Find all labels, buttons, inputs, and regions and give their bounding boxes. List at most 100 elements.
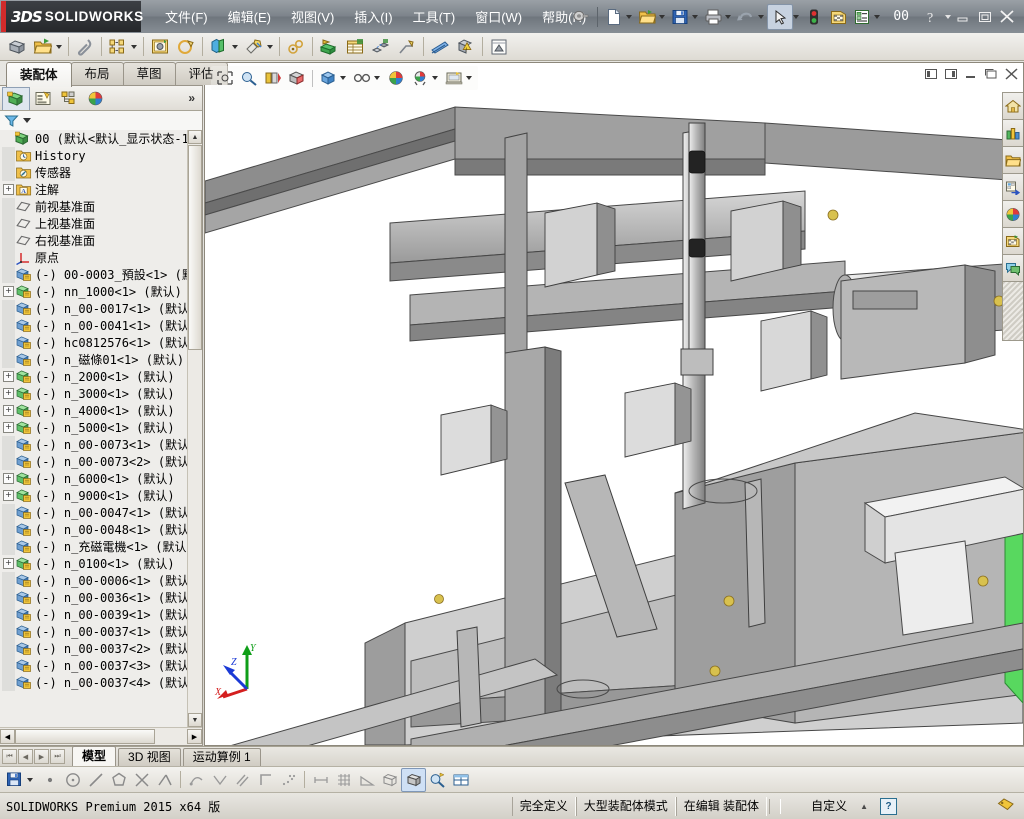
tree-item[interactable]: (-) n_00-0039<1> (默认): [0, 606, 202, 623]
tree-expand-toggle[interactable]: +: [2, 402, 15, 419]
scroll-right-button[interactable]: ▶: [187, 729, 202, 744]
restore-doc-button[interactable]: [981, 66, 1001, 83]
apply-scene-button[interactable]: [408, 67, 432, 89]
scroll-left-button[interactable]: ◀: [0, 729, 15, 744]
tree-item[interactable]: (-) n_00-0037<2> (默认): [0, 640, 202, 657]
tree-expand-toggle[interactable]: +: [2, 385, 15, 402]
section-view-button[interactable]: [285, 67, 309, 89]
tree-expand-toggle[interactable]: +: [2, 555, 15, 572]
polygon-button[interactable]: [107, 769, 130, 791]
open-document-dropdown[interactable]: [658, 5, 668, 29]
tree-item[interactable]: + (-) n_0100<1> (默认): [0, 555, 202, 572]
assembly-3d-model[interactable]: [205, 63, 1023, 745]
convert-entities-button[interactable]: [208, 769, 231, 791]
view-orientation-dropdown[interactable]: [340, 67, 350, 89]
close-window-button[interactable]: [996, 8, 1018, 26]
prev-tab-button[interactable]: ◀: [18, 749, 33, 764]
feature-manager-tab[interactable]: [2, 86, 30, 110]
scroll-thumb[interactable]: [188, 145, 202, 350]
tree-item[interactable]: (-) n_00-0073<1> (默认): [0, 436, 202, 453]
tab-assembly[interactable]: 装配体: [6, 62, 72, 87]
mate-button[interactable]: [72, 35, 98, 59]
zoom-to-fit-button[interactable]: [213, 67, 237, 89]
save-dropdown[interactable]: [691, 5, 701, 29]
property-manager-tab[interactable]: [30, 87, 56, 109]
undo-dropdown[interactable]: [757, 5, 767, 29]
task-pane-resize-grip[interactable]: [1002, 281, 1023, 341]
hide-show-items-button[interactable]: [350, 67, 374, 89]
show-hidden-button[interactable]: [206, 35, 232, 59]
line-button[interactable]: [84, 769, 107, 791]
status-custom[interactable]: 自定义: [783, 797, 854, 816]
first-tab-button[interactable]: ⏮: [2, 749, 17, 764]
trim-entities-button[interactable]: [130, 769, 153, 791]
tree-item[interactable]: 上视基准面: [0, 215, 202, 232]
menu-file[interactable]: 文件(F): [155, 4, 218, 29]
tree-expand-toggle[interactable]: +: [2, 368, 15, 385]
pin-toolbar-button[interactable]: [569, 5, 593, 29]
tree-item[interactable]: + (-) n_6000<1> (默认): [0, 470, 202, 487]
tile-left-button[interactable]: [921, 66, 941, 83]
tree-item[interactable]: (-) n_00-0037<1> (默认): [0, 623, 202, 640]
undo-button[interactable]: [734, 5, 758, 29]
measure-button[interactable]: [355, 769, 378, 791]
tree-item[interactable]: + (-) nn_1000<1> (默认): [0, 283, 202, 300]
edit-component-button[interactable]: [4, 35, 30, 59]
view-settings-button[interactable]: [442, 67, 466, 89]
zoom-to-area-button[interactable]: [237, 67, 261, 89]
tree-item[interactable]: + (-) n_2000<1> (默认): [0, 368, 202, 385]
smart-dimension-button[interactable]: [309, 769, 332, 791]
chevron-down-icon[interactable]: [23, 118, 31, 123]
point-button[interactable]: [38, 769, 61, 791]
coordinate-triad[interactable]: Y X Z: [213, 637, 285, 703]
minimize-window-button[interactable]: [952, 8, 974, 26]
shaded-with-edges-button[interactable]: [401, 767, 426, 792]
options-dropdown[interactable]: [873, 5, 883, 29]
file-properties-button[interactable]: [826, 5, 850, 29]
task-pane-solidworks-forum[interactable]: [1002, 254, 1023, 282]
tree-item[interactable]: 右视基准面: [0, 232, 202, 249]
linear-pattern-dropdown[interactable]: [130, 35, 140, 59]
tree-expand-toggle[interactable]: +: [2, 283, 15, 300]
tree-expand-toggle[interactable]: +: [2, 470, 15, 487]
save-dropdown[interactable]: [26, 769, 38, 791]
tab-layout[interactable]: 布局: [70, 62, 124, 85]
tree-item[interactable]: (-) n_00-0041<1> (默认): [0, 317, 202, 334]
tree-item[interactable]: + A 注解: [0, 181, 202, 198]
open-document-button[interactable]: [635, 5, 659, 29]
view-orientation-button[interactable]: [316, 67, 340, 89]
feature-tree-filter[interactable]: [0, 111, 202, 131]
previous-view-button[interactable]: [261, 67, 285, 89]
display-grid-button[interactable]: [332, 769, 355, 791]
mirror-entities-button[interactable]: [185, 769, 208, 791]
new-document-dropdown[interactable]: [625, 5, 635, 29]
circle-button[interactable]: [61, 769, 84, 791]
tree-vertical-scrollbar[interactable]: ▲ ▼: [187, 130, 202, 727]
status-tag-icon[interactable]: [997, 798, 1014, 814]
tree-item[interactable]: (-) n_00-0048<1> (默认): [0, 521, 202, 538]
configuration-manager-tab[interactable]: [56, 87, 82, 109]
scroll-down-button[interactable]: ▼: [188, 713, 202, 727]
menu-insert[interactable]: 插入(I): [344, 4, 402, 29]
tree-expand-toggle[interactable]: +: [2, 419, 15, 436]
hide-show-dropdown[interactable]: [374, 67, 384, 89]
tree-item[interactable]: (-) hc0812576<1> (默认): [0, 334, 202, 351]
task-pane-custom-properties[interactable]: [1002, 227, 1023, 255]
tile-right-button[interactable]: [941, 66, 961, 83]
status-help-badge[interactable]: ?: [880, 797, 897, 815]
help-button[interactable]: ?: [919, 5, 943, 29]
next-tab-button[interactable]: ▶: [34, 749, 49, 764]
tree-item[interactable]: (-) n_00-0006<1> (默认): [0, 572, 202, 589]
tree-item[interactable]: (-) n_磁條01<1> (默认): [0, 351, 202, 368]
linear-pattern-button[interactable]: [105, 35, 131, 59]
task-pane-appearances[interactable]: [1002, 200, 1023, 228]
tree-item[interactable]: 原点: [0, 249, 202, 266]
reference-geometry-button[interactable]: [283, 35, 309, 59]
tree-item[interactable]: 前视基准面: [0, 198, 202, 215]
smart-fasteners-button[interactable]: [147, 35, 173, 59]
close-doc-button[interactable]: [1001, 66, 1021, 83]
save-sketch-button[interactable]: [3, 769, 26, 791]
tree-item[interactable]: (-) n_00-0037<4> (默认): [0, 674, 202, 691]
doc-tab-3dview[interactable]: 3D 视图: [118, 748, 181, 766]
tree-item[interactable]: History: [0, 147, 202, 164]
